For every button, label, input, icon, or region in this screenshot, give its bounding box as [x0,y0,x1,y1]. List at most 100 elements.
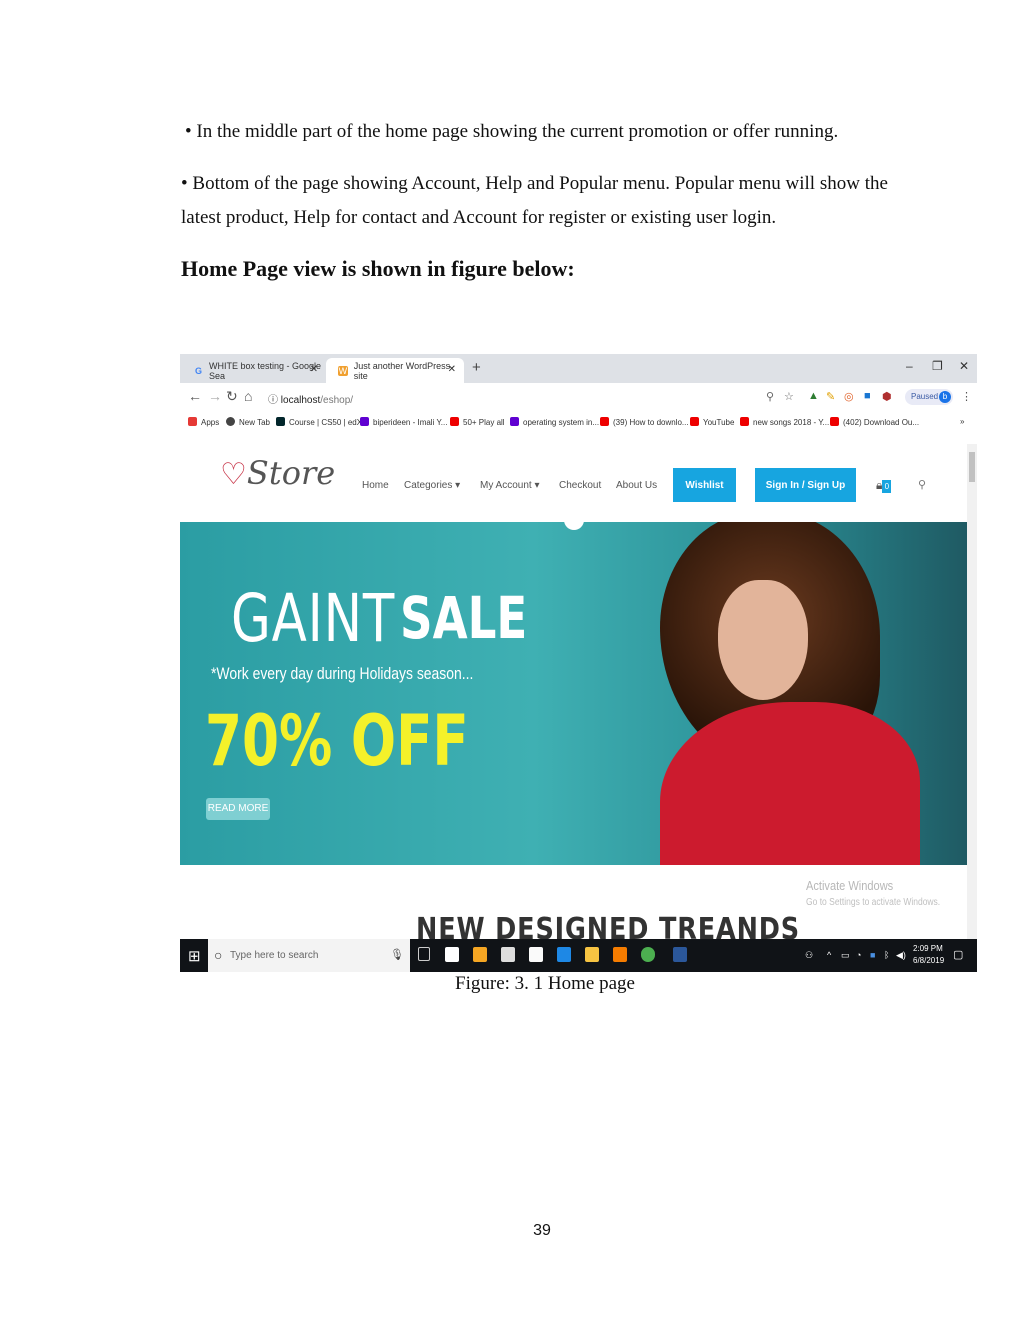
google-icon: G [194,365,202,376]
tab-wordpress-site[interactable]: W Just another WordPress site ✕ [326,358,464,383]
paragraph-bottom-menu: • Bottom of the page showing Account, He… [181,173,888,228]
browser-tab-bar: G WHITE box testing - Google Sea ✕ W Jus… [180,354,977,383]
battery-icon[interactable]: ▭ [841,950,850,961]
extension-pencil-icon[interactable]: ✎ [826,390,835,403]
bookmark-new-tab[interactable]: New Tab [226,417,270,427]
tab-label: WHITE box testing - Google Sea [208,360,322,381]
xampp-icon[interactable] [613,947,627,962]
signin-signup-button[interactable]: Sign In / Sign Up [755,468,856,502]
file-explorer-icon[interactable] [585,947,599,962]
youtube-icon [600,417,609,426]
wordpress-icon: W [338,365,348,376]
home-icon[interactable]: ⌂ [244,388,252,404]
bookmarks-bar: Apps New Tab Course | CS50 | edX biperid… [180,410,977,435]
mail-icon[interactable] [445,947,459,962]
nav-checkout[interactable]: Checkout [559,480,601,491]
cart-button[interactable]: 🔒︎ 0 [876,478,892,493]
info-icon: ⓘ [268,395,281,406]
reload-icon[interactable]: ↻ [226,388,238,405]
apps-grid-icon [188,417,197,426]
edge-icon[interactable] [557,947,571,962]
bluetooth-icon[interactable]: ᛒ [884,950,889,960]
url-field[interactable]: ⓘ localhost/eshop/ [268,391,353,406]
page-viewport: ♡Store Home Categories ▾ My Account ▾ Ch… [180,434,977,947]
new-tab-icon[interactable]: + [472,359,481,376]
hero-title-sale: SALE [400,584,528,652]
forward-icon[interactable]: → [208,388,222,404]
search-icon[interactable]: ⚲ [918,478,926,491]
homepage-screenshot: G WHITE box testing - Google Sea ✕ W Jus… [180,354,977,972]
wifi-icon[interactable]: ◔ [856,950,861,960]
nav-about-us[interactable]: About Us [616,480,657,491]
address-bar: ← → ↻ ⌂ ⓘ localhost/eshop/ ⚲ ☆ ▲ ✎ ◎ ■ ⬢… [180,383,977,411]
tray-app-icon[interactable]: ■ [870,950,875,960]
taskbar-clock[interactable]: 2:09 PM 6/8/2019 [913,943,944,967]
menu-icon[interactable]: ⋮ [961,390,972,403]
close-icon[interactable]: ✕ [448,364,456,375]
volume-icon[interactable]: ◀) [896,950,906,961]
close-icon[interactable]: ✕ [310,364,318,375]
nav-categories[interactable]: Categories ▾ [404,480,460,491]
notification-icon[interactable]: ▢ [953,948,963,961]
taskbar-search-input[interactable]: ○ Type here to search 🎙︎ [208,939,410,972]
task-view-icon[interactable] [418,947,430,961]
scrollbar[interactable] [967,444,977,939]
media-icon[interactable] [501,947,515,962]
bookmark-youtube[interactable]: YouTube [690,417,734,427]
extension-ring-icon[interactable]: ◎ [844,390,854,403]
bookmark-operating-system[interactable]: operating system in... [510,417,599,427]
more-bookmarks-icon[interactable]: » [960,417,964,426]
extension-in-icon[interactable]: ■ [864,390,871,402]
nav-my-account[interactable]: My Account ▾ [480,480,540,491]
chrome-icon[interactable] [641,947,655,962]
site-logo[interactable]: ♡Store [220,454,335,492]
zoom-icon[interactable]: ⚲ [766,390,774,403]
windows-start-icon[interactable]: ⊞ [188,947,201,965]
hero-offer: 70% OFF [205,700,469,782]
bookmark-yahoo-mail[interactable]: biperideen - Imali Y... [360,417,447,427]
figure-caption: Figure: 3. 1 Home page [455,973,635,994]
people-icon[interactable]: ⚇ [805,950,813,961]
bookmark-apps[interactable]: Apps [188,417,219,427]
bookmark-new-songs[interactable]: new songs 2018 - Y... [740,417,829,427]
yahoo-icon [510,417,519,426]
minimize-icon[interactable]: – [906,359,913,373]
youtube-icon [690,417,699,426]
bookmark-youtube-play-all[interactable]: 50+ Play all [450,417,505,427]
page-number: 39 [533,1222,551,1239]
wishlist-button[interactable]: Wishlist [673,468,736,502]
bookmark-how-to-download[interactable]: (39) How to downlo... [600,417,689,427]
microphone-icon[interactable]: 🎙︎ [390,939,404,972]
read-more-button[interactable]: READ MORE [206,798,270,820]
extension-drive-icon[interactable]: ▲ [808,390,819,402]
sublime-icon[interactable] [473,947,487,962]
tray-chevron-icon[interactable]: ^ [827,950,831,960]
bookmark-download[interactable]: (402) Download Ou... [830,417,919,427]
star-icon[interactable]: ☆ [784,390,794,403]
activate-windows-subtitle: Go to Settings to activate Windows. [806,897,941,908]
hero-model-image [620,522,967,865]
logo-mark-icon: ♡ [220,457,247,492]
window-close-icon[interactable]: ✕ [959,359,969,373]
edx-icon [276,417,285,426]
cart-count-badge: 0 [882,480,892,493]
cortana-icon: ○ [214,947,223,963]
globe-icon [226,417,235,426]
back-icon[interactable]: ← [188,388,202,404]
profile-button[interactable]: Paused b [905,389,953,405]
nav-home[interactable]: Home [362,480,389,491]
activate-windows-title: Activate Windows [806,878,894,893]
youtube-icon [450,417,459,426]
store-icon[interactable] [529,947,543,962]
bookmark-edx[interactable]: Course | CS50 | edX [276,417,362,427]
restore-icon[interactable]: ❐ [932,359,943,373]
windows-taskbar: ⊞ ○ Type here to search 🎙︎ ⚇ ^ ▭ ◔ ■ ᛒ ◀… [180,939,977,972]
section-heading: Home Page view is shown in figure below: [181,256,575,281]
hero-title-gaint: GAINT [231,580,396,657]
scrollbar-thumb[interactable] [969,452,975,482]
paragraph-promotion: • In the middle part of the home page sh… [185,121,839,142]
extension-shield-icon[interactable]: ⬢ [882,390,892,403]
chevron-down-icon: ▾ [534,480,540,491]
word-icon[interactable] [673,947,687,962]
tab-google-search[interactable]: G WHITE box testing - Google Sea ✕ [182,358,326,383]
